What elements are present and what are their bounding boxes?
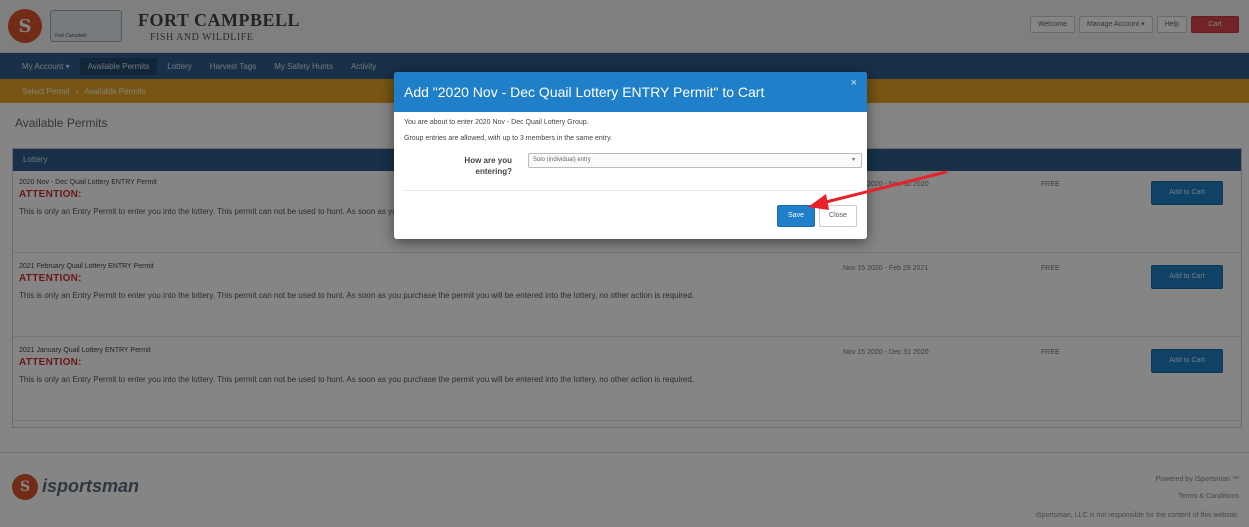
entry-type-row: How are you entering? Solo (individual) … [404,151,862,191]
entry-type-label: How are you entering? [464,156,512,176]
add-to-cart-modal: Add "2020 Nov - Dec Quail Lottery ENTRY … [394,72,867,239]
modal-header: Add "2020 Nov - Dec Quail Lottery ENTRY … [394,72,867,112]
close-button[interactable]: Close [819,205,857,227]
modal-footer: Save Close [777,205,857,227]
modal-group-info-line: Group entries are allowed, with up to 3 … [404,135,613,142]
close-icon[interactable]: × [851,72,857,94]
entry-type-select[interactable]: Solo (individual) entry ▾ [528,153,862,168]
save-button[interactable]: Save [777,205,815,227]
chevron-down-icon: ▾ [851,157,855,163]
modal-info-line: You are about to enter 2020 Nov - Dec Qu… [404,119,589,126]
modal-title: Add "2020 Nov - Dec Quail Lottery ENTRY … [404,84,765,100]
modal-body: You are about to enter 2020 Nov - Dec Qu… [394,112,867,191]
entry-type-value: Solo (individual) entry [533,157,591,163]
